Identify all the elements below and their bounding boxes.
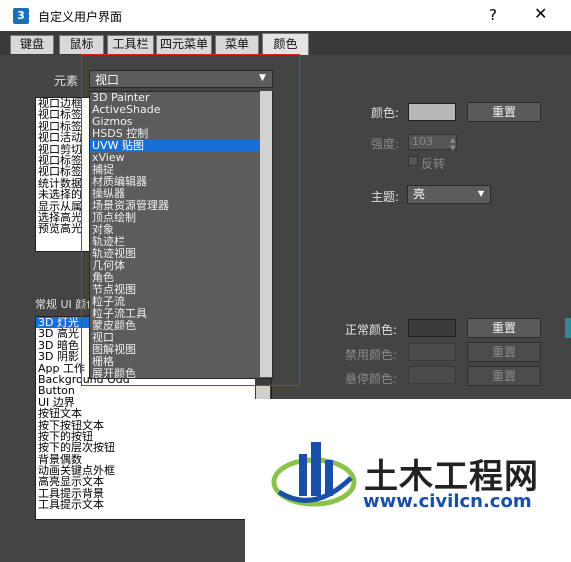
dropdown-option[interactable]: 图解视图 (90, 344, 272, 356)
reset-hover-button: 重置 (467, 366, 541, 386)
disabled-color-label: 禁用颜色: (345, 348, 398, 362)
element-select-value: 视口 (95, 73, 120, 87)
element-dropdown-list[interactable]: 3D Painter ActiveShade Gizmos HSDS 控制 UV… (89, 91, 273, 379)
normal-color-label: 正常颜色: (345, 323, 398, 337)
color-swatch[interactable] (408, 103, 456, 121)
tab-toolbars[interactable]: 工具栏 (107, 35, 154, 54)
normal-color-swatch[interactable] (408, 319, 456, 337)
dropdown-option[interactable]: xView (90, 152, 272, 164)
list-item[interactable]: 按钮文本 (36, 408, 271, 419)
close-icon[interactable]: ✕ (534, 4, 547, 23)
reset-disabled-button: 重置 (467, 342, 541, 362)
intensity-label: 强度: (371, 137, 400, 151)
watermark-logo-icon (271, 442, 357, 507)
app-icon: 3 (13, 8, 29, 24)
invert-label: 反转 (421, 157, 446, 171)
element-label: 元素 (54, 74, 79, 88)
tab-mouse[interactable]: 鼠标 (59, 35, 104, 54)
list-item[interactable]: 按下的层次按钮 (36, 442, 271, 453)
chevron-down-icon: ▼ (478, 189, 485, 198)
window-edge-indicator (565, 318, 571, 338)
tab-keyboard[interactable]: 键盘 (10, 35, 54, 54)
tab-colors[interactable]: 颜色 (262, 33, 309, 55)
dropdown-option[interactable]: 蒙皮颜色 (90, 320, 272, 332)
color-label: 颜色: (371, 106, 400, 120)
dropdown-option[interactable]: 顶点绘制 (90, 212, 272, 224)
dropdown-option[interactable]: 几何体 (90, 260, 272, 272)
disabled-color-swatch (408, 343, 456, 361)
ui-colors-label: 常规 UI 颜色 (35, 298, 98, 311)
help-icon[interactable]: ? (489, 6, 497, 24)
hover-color-swatch (408, 366, 456, 384)
spinner-arrows-icon[interactable]: ▲ ▼ (450, 136, 455, 152)
tab-quad-menus[interactable]: 四元菜单 (156, 35, 212, 54)
hover-color-label: 悬停颜色: (345, 372, 398, 386)
window-title: 自定义用户界面 (38, 10, 123, 24)
scrollbar-thumb[interactable] (256, 386, 270, 400)
watermark-url: www.civilcn.com (363, 491, 532, 512)
reset-normal-button[interactable]: 重置 (467, 318, 541, 338)
tab-menus[interactable]: 菜单 (215, 35, 259, 54)
invert-checkbox[interactable] (408, 156, 418, 166)
theme-label: 主题: (371, 190, 400, 204)
dropdown-scrollbar[interactable] (260, 91, 272, 377)
chevron-down-icon: ▼ (259, 73, 266, 83)
dropdown-option[interactable]: 展开颜色 (90, 368, 272, 379)
reset-color-button[interactable]: 重置 (467, 102, 541, 122)
list-item[interactable]: 工具提示文本 (36, 499, 271, 510)
